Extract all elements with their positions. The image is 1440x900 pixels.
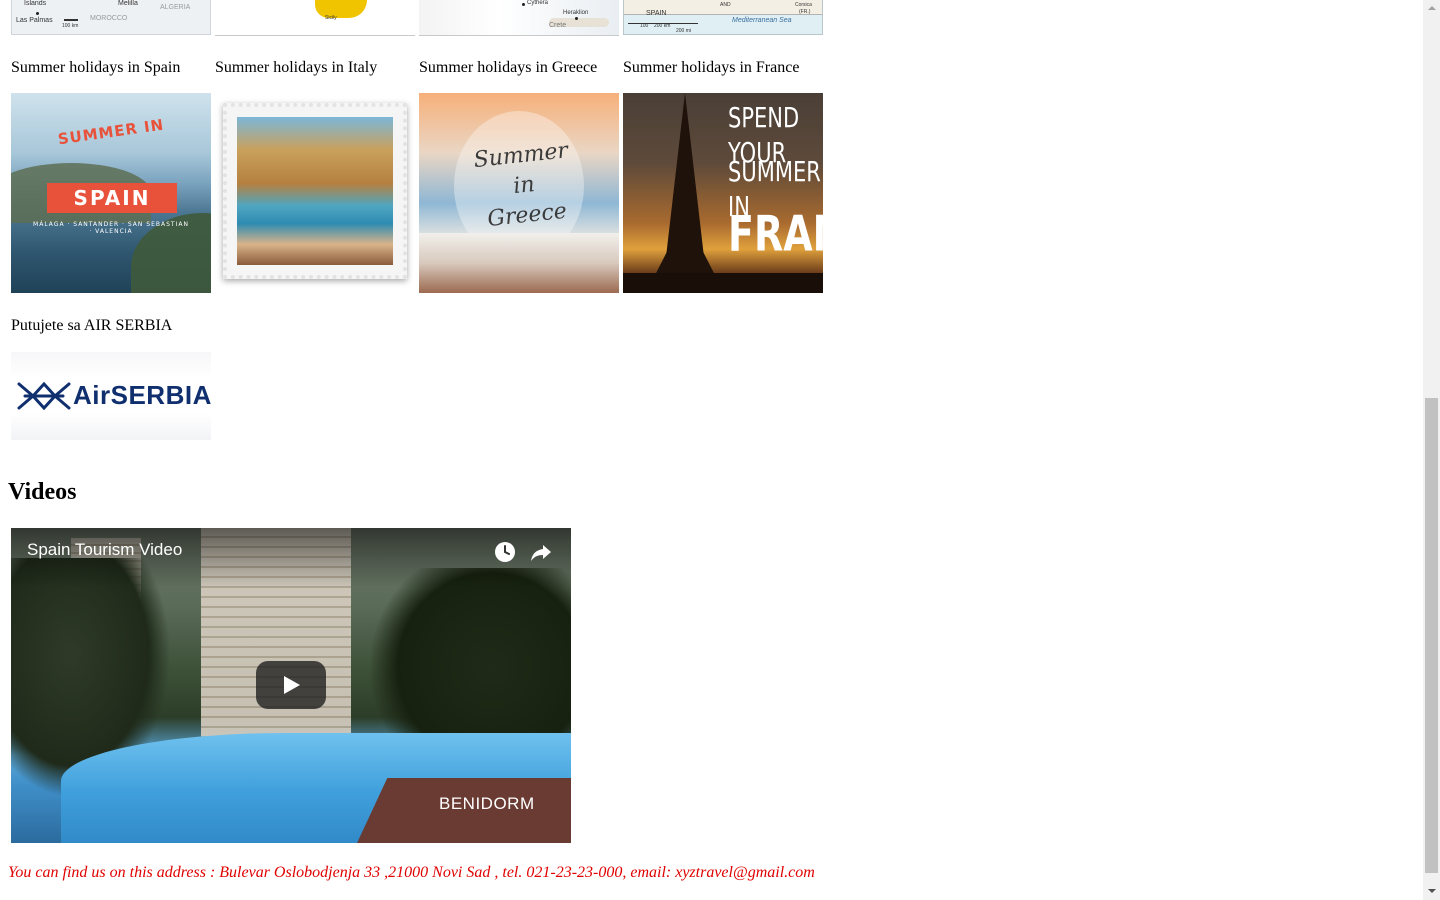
- map-label: 200 mi: [676, 28, 692, 34]
- map-label: Cythera: [527, 0, 549, 6]
- postage-stamp-frame: [223, 103, 407, 279]
- map-label: Sicily: [325, 15, 337, 21]
- map-greece-thumbnail[interactable]: Cythera Heraklion Crete: [419, 0, 619, 36]
- france-overlay-line3: FRANCE: [728, 205, 823, 263]
- video-player[interactable]: Spain Tourism Video BENIDORM: [11, 528, 571, 843]
- map-label: (FR.): [799, 9, 811, 15]
- map-label: SPAIN: [646, 10, 667, 17]
- scroll-up-arrow-icon[interactable]: [1423, 0, 1440, 17]
- map-label: ALGERIA: [160, 4, 191, 11]
- santorini-houses: [419, 233, 619, 293]
- spain-summer-image[interactable]: SUMMER IN SPAIN MÁLAGA · SANTANDER · SAN…: [11, 93, 211, 293]
- scroll-down-arrow-icon[interactable]: [1423, 883, 1440, 900]
- map-city-dot: [36, 12, 39, 15]
- map-label: MOROCCO: [90, 15, 128, 22]
- map-label: Heraklion: [563, 10, 589, 16]
- caption-greece: Summer holidays in Greece: [419, 59, 598, 76]
- city-skyline: [623, 273, 823, 293]
- airserbia-logo[interactable]: AirSERBIA: [11, 352, 211, 440]
- map-label: 100 km: [62, 23, 79, 29]
- scrollbar-thumb[interactable]: [1425, 398, 1438, 873]
- map-label: Las Palmas: [16, 17, 53, 24]
- clock-icon[interactable]: [493, 540, 517, 564]
- map-label: Crete: [549, 22, 567, 29]
- sicily-shape: [315, 0, 367, 18]
- map-scale-bar: [64, 19, 78, 21]
- vertical-scrollbar[interactable]: [1423, 0, 1440, 900]
- map-city-dot: [575, 17, 578, 20]
- footer-contact: You can find us on this address : Buleva…: [8, 864, 815, 881]
- airserbia-wordmark: AirSERBIA: [73, 380, 212, 410]
- map-city-dot: [522, 3, 525, 6]
- play-button[interactable]: [256, 661, 326, 709]
- map-label: Corsica: [795, 2, 812, 8]
- map-spain-thumbnail[interactable]: Islands Melilla ALGERIA Las Palmas MOROC…: [11, 0, 211, 35]
- airline-caption: Putujete sa AIR SERBIA: [11, 317, 173, 334]
- caption-italy: Summer holidays in Italy: [215, 59, 378, 76]
- spain-overlay-cities: MÁLAGA · SANTANDER · SAN SEBASTIAN · VAL…: [33, 221, 189, 235]
- france-summer-image[interactable]: SPEND YOUR SUMMER IN FRANCE: [623, 93, 823, 293]
- france-overlay-text: SPEND YOUR SUMMER IN FRANCE: [728, 102, 823, 258]
- map-france-thumbnail[interactable]: SPAIN AND Mediterranean Sea Corsica (FR.…: [623, 0, 823, 35]
- videos-heading: Videos: [8, 479, 77, 505]
- italy-summer-image[interactable]: [215, 93, 415, 293]
- italy-beach-photo: [237, 117, 393, 265]
- video-title-link[interactable]: Spain Tourism Video: [27, 540, 182, 560]
- map-label: Melilla: [118, 0, 138, 7]
- greece-overlay-line2: in Greece: [486, 171, 568, 232]
- map-label: 200 km: [654, 23, 671, 29]
- map-label: 100: [640, 23, 649, 29]
- greece-summer-image[interactable]: Summer in Greece: [419, 93, 619, 293]
- caption-france: Summer holidays in France: [623, 59, 800, 76]
- play-icon: [284, 676, 300, 694]
- spain-overlay-top: SUMMER IN: [56, 115, 166, 149]
- map-italy-thumbnail[interactable]: Sicily: [215, 0, 415, 36]
- airserbia-emblem-icon: [17, 381, 71, 411]
- share-icon[interactable]: [529, 540, 553, 564]
- map-label: AND: [720, 2, 731, 8]
- spain-overlay-banner: SPAIN: [47, 183, 177, 213]
- caption-spain: Summer holidays in Spain: [11, 59, 181, 76]
- map-label: Islands: [24, 0, 47, 7]
- page: Islands Melilla ALGERIA Las Palmas MOROC…: [0, 0, 1423, 900]
- video-watermark: BENIDORM: [439, 794, 535, 813]
- map-label: Mediterranean Sea: [732, 17, 792, 24]
- greece-overlay-text: Summer in Greece: [470, 136, 579, 236]
